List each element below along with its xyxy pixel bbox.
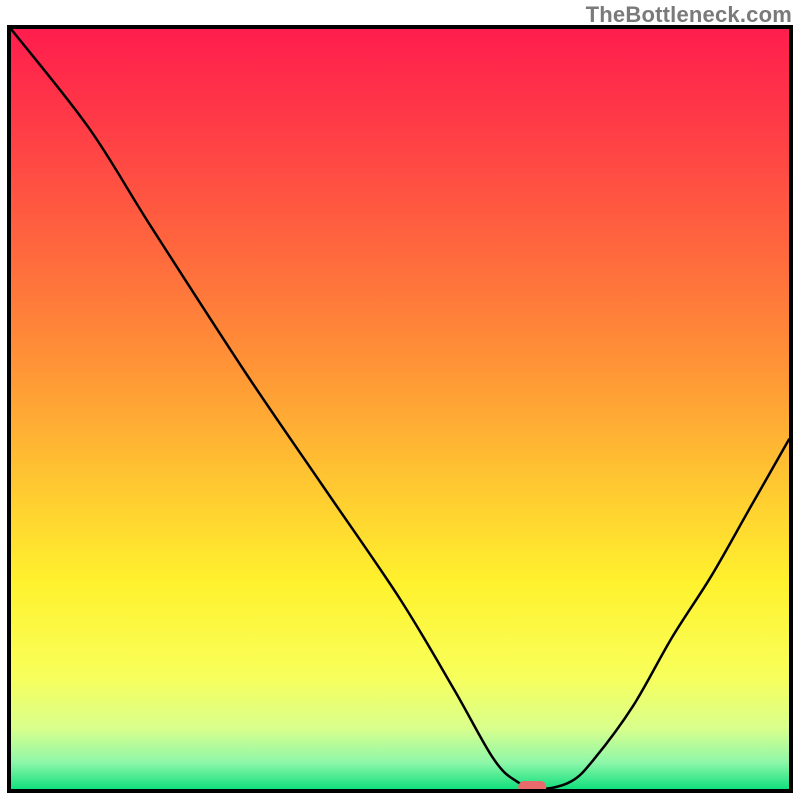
watermark-text: TheBottleneck.com [586, 2, 792, 28]
chart-svg [11, 29, 789, 789]
current-config-marker [518, 781, 546, 789]
chart-frame [7, 25, 793, 793]
chart-container: TheBottleneck.com [0, 0, 800, 800]
gradient-background [11, 29, 789, 789]
